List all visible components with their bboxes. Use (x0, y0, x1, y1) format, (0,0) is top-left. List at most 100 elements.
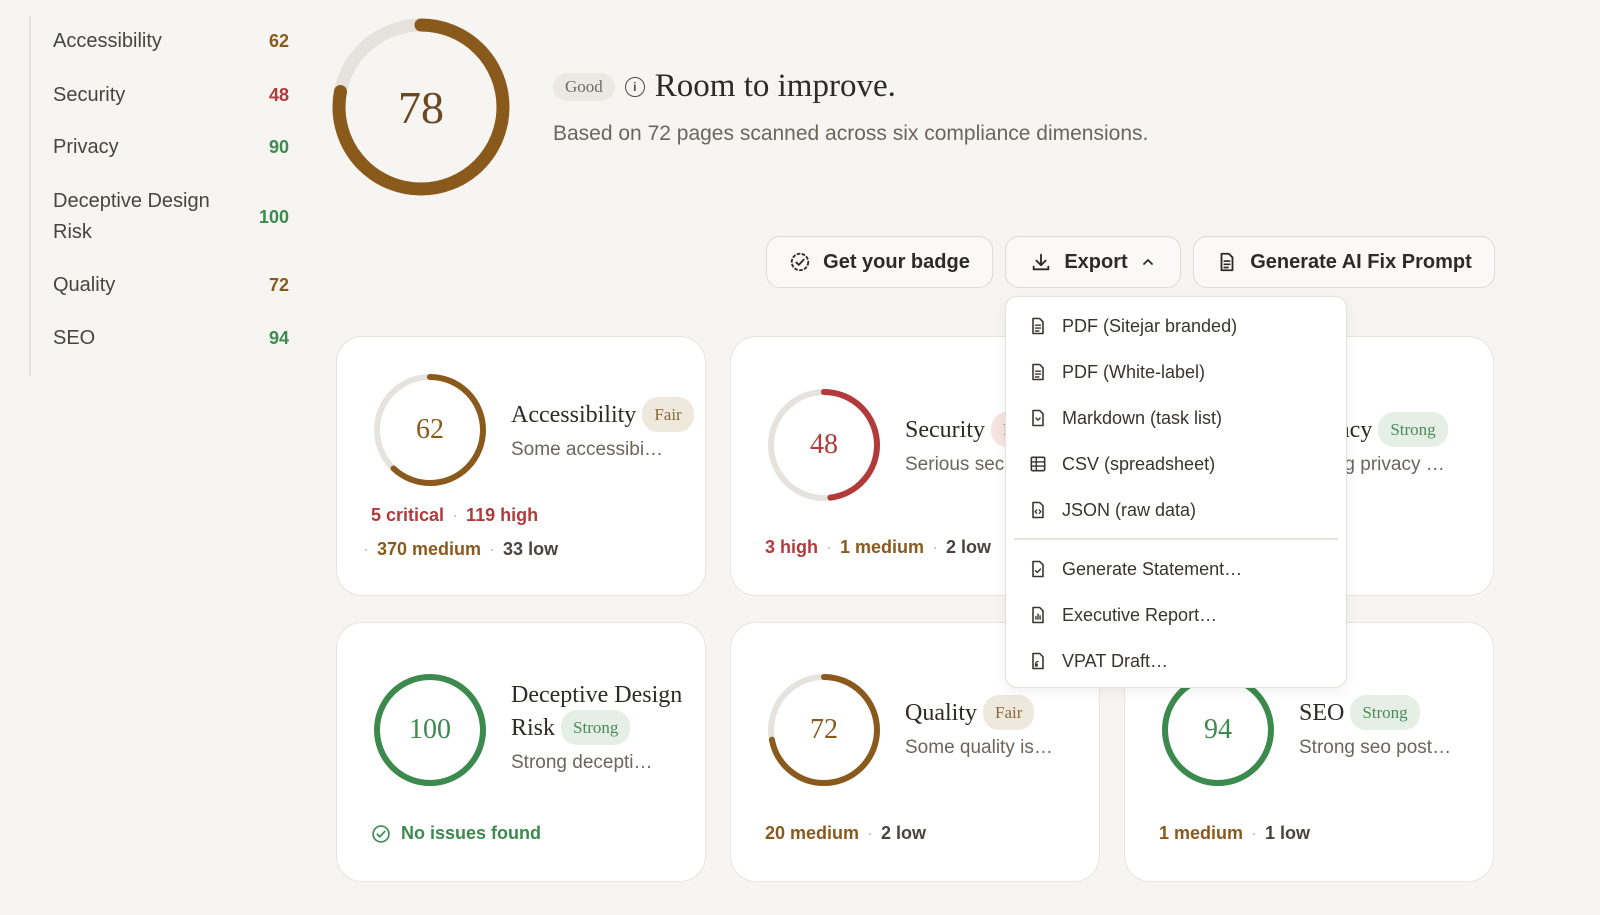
issue-counts: 20 medium · 2 low (765, 823, 927, 843)
menu-item-label: CSV (spreadsheet) (1062, 453, 1216, 474)
card-title-text: Quality (905, 700, 977, 726)
card-description: Strong decepti… (511, 752, 653, 773)
card-description: Strong seo post… (1299, 737, 1452, 758)
menu-item-label: Generate Statement… (1062, 558, 1243, 579)
low-count: 33 low (503, 539, 559, 559)
export-markdown[interactable]: Markdown (task list) (1028, 398, 1336, 438)
rating-badge: Fair (642, 397, 694, 432)
medium-count: 1 medium (840, 537, 925, 557)
code-file-icon (1032, 501, 1044, 519)
sidebar-item-label: Quality (53, 274, 116, 296)
export-pdf-white-label[interactable]: PDF (White-label) (1028, 352, 1336, 392)
menu-item-label: JSON (raw data) (1062, 499, 1197, 520)
score-ring: 48 (765, 386, 883, 504)
medium-count: 20 medium (765, 823, 860, 843)
export-csv[interactable]: CSV (spreadsheet) (1028, 444, 1336, 484)
export-json[interactable]: JSON (raw data) (1028, 490, 1336, 530)
no-issues-label: No issues found (401, 823, 542, 843)
score-value: 48 (810, 429, 838, 460)
score-ring: 94 (1159, 671, 1277, 789)
no-issues-status: No issues found (371, 823, 541, 844)
info-icon[interactable]: i (624, 76, 645, 97)
document-icon (1032, 317, 1044, 335)
sidebar-item-score: 90 (268, 137, 289, 157)
sidebar-item-quality[interactable]: Quality 72 (53, 270, 289, 301)
card-description: Some quality is… (905, 737, 1053, 758)
generate-statement[interactable]: Generate Statement… (1028, 549, 1336, 589)
card-title-text: SEO (1299, 700, 1345, 726)
low-count: 2 low (946, 537, 992, 557)
medium-count: 370 medium (377, 539, 482, 559)
sidebar-item-score: 100 (258, 206, 289, 227)
sidebar-item-privacy[interactable]: Privacy 90 (53, 132, 289, 163)
score-value: 72 (810, 714, 838, 745)
table-icon (1030, 456, 1046, 472)
get-badge-label: Get your badge (823, 250, 970, 273)
menu-item-label: VPAT Draft… (1062, 650, 1169, 671)
badge-check-icon (790, 252, 810, 272)
scan-summary: Based on 72 pages scanned across six com… (553, 122, 1149, 145)
score-sidebar: Accessibility 62 Security 48 Privacy 90 … (29, 16, 289, 376)
issue-counts: 5 critical · 119 high (371, 505, 539, 525)
sidebar-item-label: Privacy (53, 136, 119, 158)
rating-badge: Strong (561, 710, 631, 745)
issue-counts: 3 high · 1 medium · 2 low (765, 537, 992, 557)
score-value: 94 (1204, 714, 1232, 745)
card-title: Quality Fair (905, 695, 1035, 730)
menu-item-label: PDF (Sitejar branded) (1062, 315, 1238, 336)
rating-badge: Fair (983, 695, 1035, 730)
rating-badge: Strong (1378, 412, 1448, 447)
sidebar-item-seo[interactable]: SEO 94 (53, 323, 289, 354)
card-title-text: Accessibility (511, 402, 637, 428)
card-accessibility[interactable]: 62 Accessibility Fair Some accessibi… 5 c… (336, 336, 706, 596)
sidebar-item-score: 48 (268, 85, 289, 105)
document-icon (1220, 252, 1234, 272)
document-icon (1032, 363, 1044, 381)
sidebar-item-label: Deceptive Design Risk (53, 190, 210, 243)
sidebar-item-accessibility[interactable]: Accessibility 62 (53, 26, 289, 57)
export-label: Export (1064, 250, 1128, 273)
export-button[interactable]: Export (1005, 236, 1181, 288)
issue-counts: 1 medium · 1 low (1159, 823, 1311, 843)
sidebar-item-score: 62 (268, 31, 289, 51)
menu-item-label: PDF (White-label) (1062, 361, 1206, 382)
check-circle-icon (372, 824, 390, 843)
generate-ai-fix-button[interactable]: Generate AI Fix Prompt (1193, 236, 1495, 288)
card-deceptive-design-risk[interactable]: 100 Deceptive Design Risk Strong Strong d… (336, 622, 706, 882)
score-ring: 72 (765, 671, 883, 789)
medium-count: 1 medium (1159, 823, 1244, 843)
markdown-file-icon (1032, 409, 1044, 427)
executive-report[interactable]: Executive Report… (1028, 595, 1336, 635)
chart-file-icon (1032, 606, 1044, 624)
menu-item-label: Markdown (task list) (1062, 407, 1223, 428)
score-ring: 62 (371, 371, 489, 489)
sidebar-item-score: 94 (268, 328, 289, 348)
menu-divider (1014, 538, 1338, 540)
get-badge-button[interactable]: Get your badge (766, 236, 993, 288)
card-title: Deceptive Design Risk Strong (511, 681, 682, 745)
export-pdf-branded[interactable]: PDF (Sitejar branded) (1028, 306, 1336, 346)
sidebar-item-score: 72 (268, 275, 289, 295)
high-count: 119 high (466, 505, 539, 525)
chevron-up-icon (1142, 259, 1153, 265)
menu-item-label: Executive Report… (1062, 604, 1218, 625)
sidebar-item-security[interactable]: Security 48 (53, 80, 289, 111)
export-menu: PDF (Sitejar branded) PDF (White-label) … (1005, 296, 1347, 688)
card-title: Accessibility Fair (511, 397, 694, 432)
overall-score-ring: 78 (330, 16, 512, 198)
card-title-text: Security (905, 417, 985, 443)
score-value: 100 (409, 714, 451, 745)
sidebar-item-deceptive-design-risk[interactable]: Deceptive Design Risk 100 (53, 186, 289, 248)
sidebar-item-label: SEO (53, 327, 96, 349)
critical-count: 5 critical (371, 505, 445, 525)
sidebar-item-label: Accessibility (53, 30, 162, 52)
page-title: Room to improve. (654, 68, 896, 104)
check-file-icon (1032, 560, 1044, 578)
card-title-line1: Deceptive Design (511, 682, 683, 708)
card-title-line2: Risk (511, 715, 556, 741)
vpat-draft[interactable]: VPAT Draft… (1028, 641, 1336, 681)
hero-title-row: Good i Room to improve. (553, 68, 896, 105)
issue-counts-secondary: · 370 medium · 33 low (363, 539, 559, 559)
overall-score-value: 78 (398, 81, 444, 133)
low-count: 1 low (1265, 823, 1311, 843)
